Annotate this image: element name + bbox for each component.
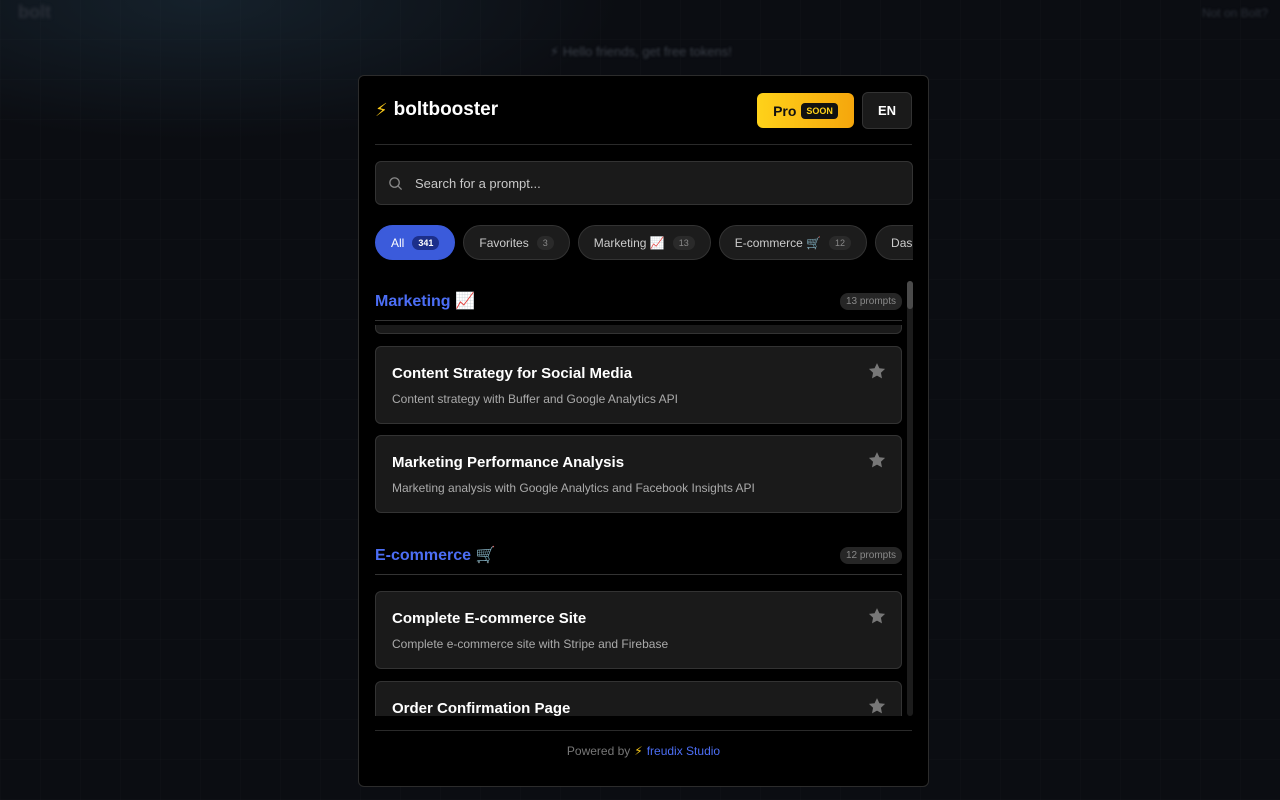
- bolt-icon: ⚡: [634, 743, 643, 758]
- pro-button[interactable]: Pro SOON: [757, 93, 854, 128]
- filter-count: 341: [412, 235, 440, 250]
- bolt-icon: ⚡: [375, 99, 388, 120]
- background-banner: ⚡ Hello friends, get free tokens!: [550, 44, 732, 59]
- star-icon[interactable]: [867, 450, 887, 470]
- filter-label: Marketing 📈: [593, 235, 665, 250]
- filter-favorites[interactable]: Favorites 3: [463, 225, 570, 260]
- language-button[interactable]: EN: [862, 92, 912, 129]
- prompt-card-partial[interactable]: [375, 325, 902, 334]
- card-description: Complete e-commerce site with Stripe and…: [392, 637, 669, 651]
- filter-count: 3: [536, 235, 554, 250]
- filter-label: E-commerce 🛒: [734, 235, 822, 250]
- card-title: Content Strategy for Social Media: [392, 365, 633, 382]
- scrollbar[interactable]: [907, 281, 913, 716]
- section-title: Marketing 📈: [375, 293, 475, 310]
- section-header-marketing: Marketing 📈 13 prompts: [375, 281, 902, 321]
- star-icon[interactable]: [867, 361, 887, 381]
- star-icon[interactable]: [867, 696, 887, 716]
- filter-all[interactable]: All 341: [375, 225, 456, 260]
- filter-count: 13: [672, 235, 695, 250]
- filter-count: 12: [829, 235, 852, 250]
- search-box: [375, 161, 913, 205]
- pro-label: Pro: [773, 102, 797, 119]
- background-top-right-link: Not on Bolt?: [1201, 6, 1268, 20]
- popup-header: ⚡ boltbooster Pro SOON EN: [375, 92, 912, 145]
- section-header-ecommerce: E-commerce 🛒 12 prompts: [375, 535, 902, 575]
- brand: ⚡ boltbooster: [375, 99, 498, 121]
- prompt-card[interactable]: Marketing Performance Analysis Marketing…: [375, 435, 902, 513]
- section-title: E-commerce 🛒: [375, 547, 496, 564]
- section-count-badge: 13 prompts: [839, 293, 902, 310]
- extension-popup: ⚡ boltbooster Pro SOON EN All 341 Favori…: [358, 75, 929, 787]
- filter-label: Dashboards: [891, 235, 913, 250]
- filter-label: All: [391, 235, 405, 250]
- card-description: Content strategy with Buffer and Google …: [392, 392, 678, 406]
- section-count-badge: 12 prompts: [839, 547, 902, 564]
- card-title: Order Confirmation Page: [392, 700, 571, 716]
- category-filters: All 341 Favorites 3 Marketing 📈 13 E-com…: [375, 225, 913, 261]
- soon-badge: SOON: [801, 102, 838, 119]
- card-title: Complete E-commerce Site: [392, 610, 587, 627]
- search-input[interactable]: [415, 175, 895, 191]
- footer: Powered by ⚡ freudix Studio: [375, 730, 912, 770]
- scrollbar-thumb[interactable]: [907, 281, 913, 309]
- brand-name: boltbooster: [393, 99, 499, 120]
- search-icon: [389, 176, 403, 190]
- filter-dashboards[interactable]: Dashboards: [875, 225, 913, 260]
- background-logo: bolt: [18, 2, 51, 22]
- prompt-card[interactable]: Complete E-commerce Site Complete e-comm…: [375, 591, 902, 669]
- prompt-list: Marketing 📈 13 prompts Content Strategy …: [375, 281, 913, 716]
- filter-label: Favorites: [479, 235, 529, 250]
- star-icon[interactable]: [867, 606, 887, 626]
- filter-marketing[interactable]: Marketing 📈 13: [577, 225, 711, 260]
- filter-ecommerce[interactable]: E-commerce 🛒 12: [718, 225, 868, 260]
- footer-prefix: Powered by: [566, 743, 631, 758]
- card-title: Marketing Performance Analysis: [392, 454, 625, 471]
- prompt-card[interactable]: Content Strategy for Social Media Conten…: [375, 346, 902, 424]
- studio-link[interactable]: freudix Studio: [647, 744, 720, 758]
- card-description: Marketing analysis with Google Analytics…: [392, 481, 755, 495]
- prompt-card[interactable]: Order Confirmation Page: [375, 681, 902, 716]
